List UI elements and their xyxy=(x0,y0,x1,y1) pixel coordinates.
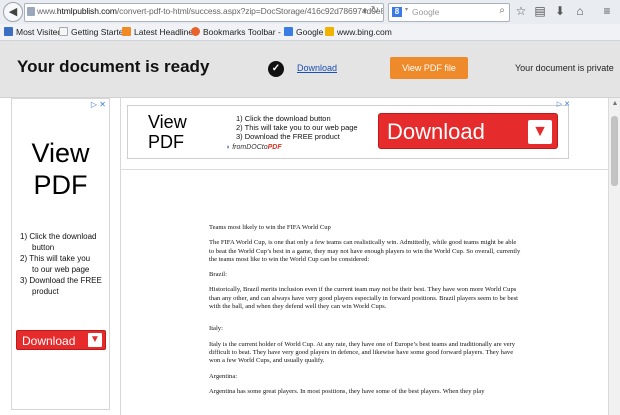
document-content: Teams most likely to win the FIFA World … xyxy=(209,224,523,403)
reading-list-icon[interactable]: ▤ xyxy=(533,4,547,19)
document-viewer[interactable]: ▷ ✕ View PDF 1) Click the download butto… xyxy=(120,98,609,415)
private-note: Your document is private xyxy=(515,63,614,73)
back-button[interactable]: ◀ xyxy=(3,2,23,22)
doc-paragraph: Italy is the current holder of World Cup… xyxy=(209,340,516,365)
doc-heading: Italy: xyxy=(209,325,223,333)
bookmark-toolbar-folder[interactable]: Bookmarks Toolbar - ... xyxy=(191,26,290,38)
rss-icon xyxy=(122,27,131,36)
doc-heading: Brazil: xyxy=(209,271,227,279)
ad-download-button[interactable]: Download ▼ xyxy=(378,113,558,149)
divider xyxy=(121,169,609,170)
scrollbar[interactable]: ▲ xyxy=(608,98,620,415)
doc-paragraph: The FIFA World Cup, is one that only a f… xyxy=(209,239,521,263)
star-folder-icon xyxy=(4,27,13,36)
ad-headline: View PDF xyxy=(31,138,90,200)
ad-logo: ◗ fromDOCtoPDF xyxy=(226,144,282,151)
scroll-up-arrow-icon[interactable]: ▲ xyxy=(609,100,620,110)
doc-heading: Argentina: xyxy=(209,372,238,380)
bookmarks-toolbar: Most Visited Getting Started Latest Head… xyxy=(0,24,620,41)
search-engine-icon[interactable]: 8 xyxy=(392,7,402,17)
globe-icon xyxy=(27,7,35,16)
doc-title: Teams most likely to win the FIFA World … xyxy=(209,224,331,231)
doc-paragraph: Historically, Brazil merits inclusion ev… xyxy=(209,286,518,311)
page-title: Your document is ready xyxy=(17,57,210,76)
url-text: www.htmlpublish.com/convert-pdf-to-html/… xyxy=(37,6,384,16)
ad-choices-icon[interactable]: ▷ ✕ xyxy=(91,100,106,109)
download-arrow-icon: ▼ xyxy=(528,120,552,144)
doc-paragraph: Argentina has some great players. In mos… xyxy=(209,387,485,395)
search-engine-dropdown-icon[interactable]: ▾ xyxy=(405,6,408,13)
ad-choices-icon[interactable]: ▷ ✕ xyxy=(557,100,570,108)
google-icon xyxy=(284,27,293,36)
bookmark-latest-headlines[interactable]: Latest Headlines xyxy=(122,26,197,38)
checkmark-icon: ✓ xyxy=(268,61,284,77)
logo-swirl-icon: ◗ xyxy=(226,144,231,151)
bookmark-getting-started[interactable]: Getting Started xyxy=(59,26,128,38)
browser-toolbar: ◀ www.htmlpublish.com/convert-pdf-to-htm… xyxy=(0,0,620,25)
magnifier-icon[interactable]: ⌕ xyxy=(499,5,505,16)
ad-headline: View PDF xyxy=(148,112,187,152)
bookmark-bing[interactable]: www.bing.com xyxy=(325,26,392,38)
dropdown-arrow-icon[interactable]: ▾ xyxy=(362,6,367,17)
menu-icon[interactable]: ≡ xyxy=(600,4,614,19)
bookmark-most-visited[interactable]: Most Visited xyxy=(4,26,62,38)
bookmark-google[interactable]: Google xyxy=(284,26,323,38)
url-bar[interactable]: www.htmlpublish.com/convert-pdf-to-html/… xyxy=(24,3,384,22)
search-box[interactable]: 8 ▾ Google ⌕ xyxy=(388,3,510,22)
download-arrow-icon: ▼ xyxy=(88,333,102,347)
bookmark-star-icon[interactable]: ☆ xyxy=(514,4,528,19)
home-icon[interactable]: ⌂ xyxy=(573,4,587,19)
downloads-icon[interactable]: ⬇ xyxy=(553,4,567,19)
ad-instructions: 1) Click the download button 2) This wil… xyxy=(20,232,102,296)
left-advertisement[interactable]: ▷ ✕ View PDF 1) Click the download butto… xyxy=(11,98,110,410)
document-ready-bar: Your document is ready ✓ Download View P… xyxy=(0,41,620,98)
search-placeholder: Google xyxy=(412,7,440,17)
page-icon xyxy=(59,27,68,36)
bing-icon xyxy=(325,27,334,36)
firefox-icon xyxy=(191,27,200,36)
view-pdf-file-button[interactable]: View PDF file xyxy=(390,57,468,79)
ad-download-button[interactable]: Download ▼ xyxy=(16,330,106,350)
ad-instructions: 1) Click the download button 2) This wil… xyxy=(236,114,358,141)
top-advertisement[interactable]: ▷ ✕ View PDF 1) Click the download butto… xyxy=(127,101,570,159)
reload-icon[interactable]: ↻ xyxy=(371,5,379,16)
download-link[interactable]: Download xyxy=(297,63,337,73)
scrollbar-thumb[interactable] xyxy=(611,116,618,186)
